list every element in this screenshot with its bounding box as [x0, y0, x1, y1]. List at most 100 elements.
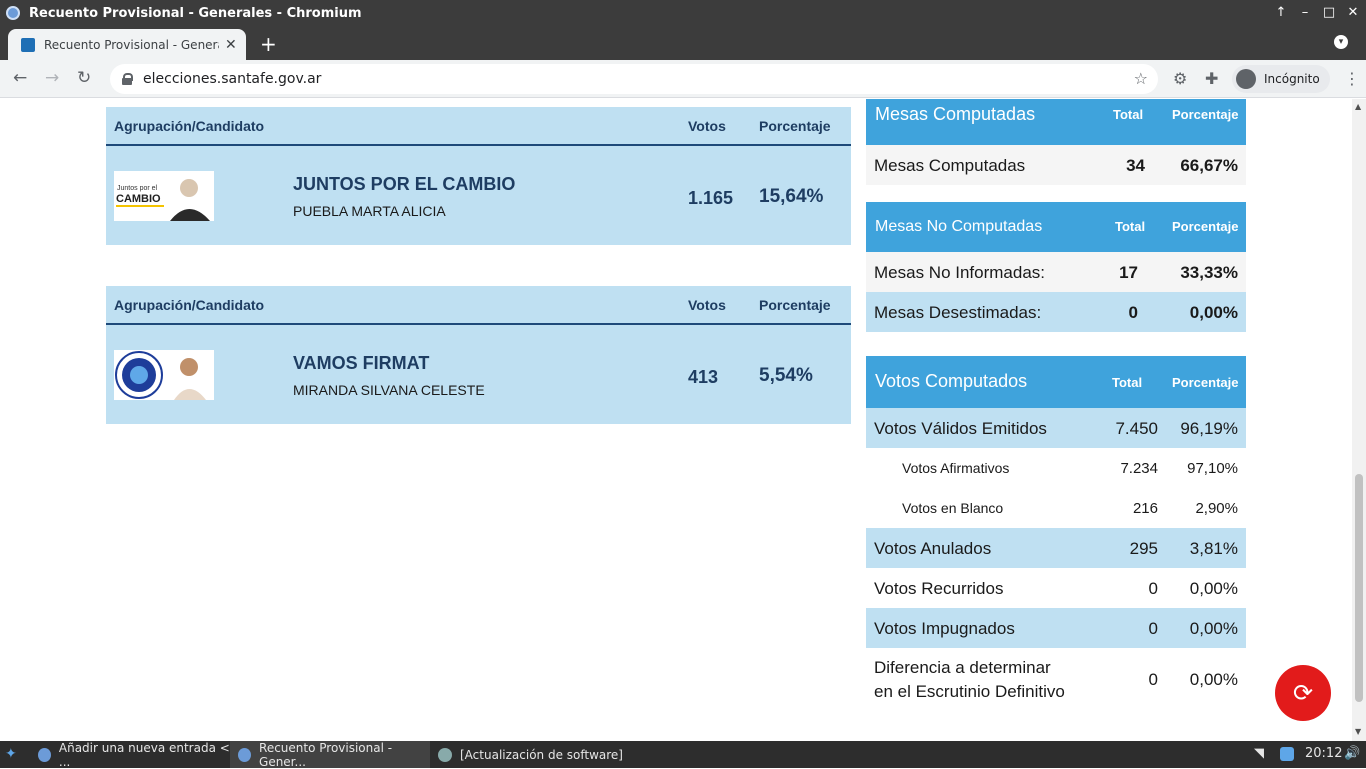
window-title: Recuento Provisional - Generales - Chrom… [29, 5, 362, 21]
chromium-icon [238, 747, 252, 762]
party-name: JUNTOS POR EL CAMBIO [293, 174, 516, 194]
mesas-computadas-header: Mesas Computadas Total Porcentaje [866, 99, 1246, 145]
row-percent: 3,81% [1189, 539, 1238, 558]
window-maximize-button[interactable]: □ [1320, 4, 1338, 22]
window-titlebar: Recuento Provisional - Generales - Chrom… [0, 0, 1366, 26]
window-keep-above-button[interactable]: ↑ [1272, 4, 1290, 22]
summary-row: Votos Válidos Emitidos 7.450 96,19% [866, 408, 1246, 448]
candidate-logo-photo [114, 350, 214, 400]
url-text[interactable]: elecciones.santafe.gov.ar [143, 71, 321, 87]
mesas-no-computadas-table: Mesas No Computadas Total Porcentaje Mes… [866, 202, 1246, 332]
summary-row: Votos Recurridos 0 0,00% [866, 568, 1246, 608]
refresh-button[interactable]: ⟳ [1275, 665, 1331, 721]
party-name: VAMOS FIRMAT [293, 353, 430, 373]
candidate-name: MIRANDA SILVANA CELESTE [293, 382, 485, 398]
taskbar-item[interactable]: [Actualización de software] [430, 741, 630, 768]
row-percent: 33,33% [1180, 263, 1238, 282]
header-votes: Votos [688, 118, 726, 134]
tab-close-icon[interactable]: ✕ [225, 37, 237, 53]
window-close-button[interactable]: ✕ [1344, 4, 1362, 22]
new-tab-button[interactable]: + [260, 32, 277, 56]
juntos-por-el-cambio-logo: Juntos por el CAMBIO [116, 179, 210, 221]
row-percent: 96,19% [1180, 419, 1238, 438]
extension-gear-icon[interactable]: ⚙ [1173, 69, 1187, 88]
candidate-percent: 15,64% [759, 186, 824, 207]
candidate-table-header: Agrupación/Candidato Votos Porcentaje [106, 107, 851, 146]
taskbar-item[interactable]: Añadir una nueva entrada < ... [30, 740, 230, 769]
candidate-votes: 1.165 [688, 188, 734, 208]
start-menu-icon[interactable]: ✦ [5, 746, 21, 762]
svg-text:CAMBIO: CAMBIO [116, 193, 161, 205]
site-favicon-icon [21, 37, 35, 52]
scroll-up-arrow-icon[interactable]: ▲ [1355, 102, 1361, 111]
scroll-down-arrow-icon[interactable]: ▼ [1355, 727, 1361, 736]
row-label: Mesas No Informadas: [874, 263, 1046, 282]
summary-row: Mesas Desestimadas: 0 0,00% [866, 292, 1246, 332]
header-party: Agrupación/Candidato [114, 297, 265, 313]
clock[interactable]: 20:12 [1305, 746, 1342, 761]
mesas-computadas-table: Mesas Computadas Total Porcentaje Mesas … [866, 99, 1246, 185]
extensions-puzzle-icon[interactable]: ✚ [1205, 69, 1218, 88]
row-total: 34 [1126, 156, 1145, 175]
candidate-votes: 413 [688, 367, 719, 387]
header-party: Agrupación/Candidato [114, 118, 265, 134]
window-minimize-button[interactable]: – [1296, 4, 1314, 22]
os-taskbar: ✦ Añadir una nueva entrada < ... Recuent… [0, 740, 1366, 769]
row-total: 0 [1148, 670, 1158, 689]
taskbar-item-label: [Actualización de software] [460, 747, 623, 762]
col-percent: Porcentaje [1172, 375, 1239, 390]
forward-button[interactable]: → [45, 68, 59, 88]
refresh-icon: ⟳ [1292, 679, 1314, 707]
row-percent: 66,67% [1180, 156, 1238, 175]
row-percent: 0,00% [1189, 619, 1238, 638]
page-scrollbar[interactable]: ▲ ▼ [1352, 99, 1366, 741]
votos-computados-table: Votos Computados Total Porcentaje Votos … [866, 356, 1246, 712]
summary-row: Mesas No Informadas: 17 33,33% [866, 252, 1246, 292]
row-total: 7.450 [1115, 419, 1158, 438]
row-label: Votos Impugnados [874, 619, 1015, 638]
candidate-name: PUEBLA MARTA ALICIA [293, 203, 446, 219]
reload-button[interactable]: ↻ [77, 68, 91, 88]
row-label: Mesas Computadas [874, 156, 1026, 175]
incognito-icon [1236, 69, 1256, 89]
row-total: 0 [1148, 619, 1158, 638]
summary-row: Votos en Blanco 216 2,90% [866, 488, 1246, 528]
row-percent: 0,00% [1189, 670, 1238, 689]
col-percent: Porcentaje [1172, 107, 1239, 122]
address-bar[interactable]: elecciones.santafe.gov.ar ☆ [110, 64, 1158, 94]
row-label-line2: en el Escrutinio Definitivo [874, 682, 1065, 701]
tab-search-icon[interactable]: ▾ [1334, 35, 1348, 49]
browser-toolbar: ← → ↻ elecciones.santafe.gov.ar ☆ ⚙ ✚ In… [0, 60, 1366, 98]
row-total: 295 [1129, 539, 1158, 558]
incognito-badge[interactable]: Incógnito [1232, 65, 1330, 93]
col-total: Total [1113, 107, 1144, 122]
row-label: Votos Anulados [874, 539, 992, 558]
scrollbar-thumb[interactable] [1355, 474, 1363, 702]
lock-icon[interactable] [122, 73, 133, 85]
row-total: 0 [1148, 579, 1158, 598]
summary-row: Diferencia a determinar en el Escrutinio… [866, 648, 1246, 712]
summary-row: Votos Anulados 295 3,81% [866, 528, 1246, 568]
taskbar-item-active[interactable]: Recuento Provisional - Gener... [230, 741, 430, 769]
row-percent: 97,10% [1187, 460, 1238, 477]
row-total: 0 [1128, 303, 1138, 322]
tab-recuento[interactable]: Recuento Provisional - Generales ✕ [8, 29, 246, 60]
svg-text:Juntos por el: Juntos por el [117, 185, 158, 192]
vamos-firmat-logo [115, 351, 206, 400]
candidate-percent: 5,54% [759, 365, 813, 386]
candidate-table: Agrupación/Candidato Votos Porcentaje Ju… [106, 107, 851, 245]
col-total: Total [1112, 375, 1143, 390]
browser-menu-icon[interactable]: ⋮ [1344, 69, 1360, 88]
row-label: Votos en Blanco [902, 500, 1004, 516]
bookmark-star-icon[interactable]: ☆ [1134, 69, 1148, 88]
candidate-row: VAMOS FIRMAT MIRANDA SILVANA CELESTE 413… [106, 325, 851, 424]
summary-row: Mesas Computadas 34 66,67% [866, 145, 1246, 185]
row-label: Votos Afirmativos [902, 460, 1010, 476]
notes-tray-icon[interactable] [1280, 747, 1294, 761]
taskbar-item-label: Añadir una nueva entrada < ... [58, 740, 230, 769]
row-total: 216 [1132, 500, 1158, 517]
wifi-icon[interactable]: ◥ [1254, 746, 1264, 761]
back-button[interactable]: ← [13, 68, 27, 88]
row-percent: 2,90% [1195, 500, 1238, 517]
volume-icon[interactable]: 🔊 [1344, 746, 1360, 761]
